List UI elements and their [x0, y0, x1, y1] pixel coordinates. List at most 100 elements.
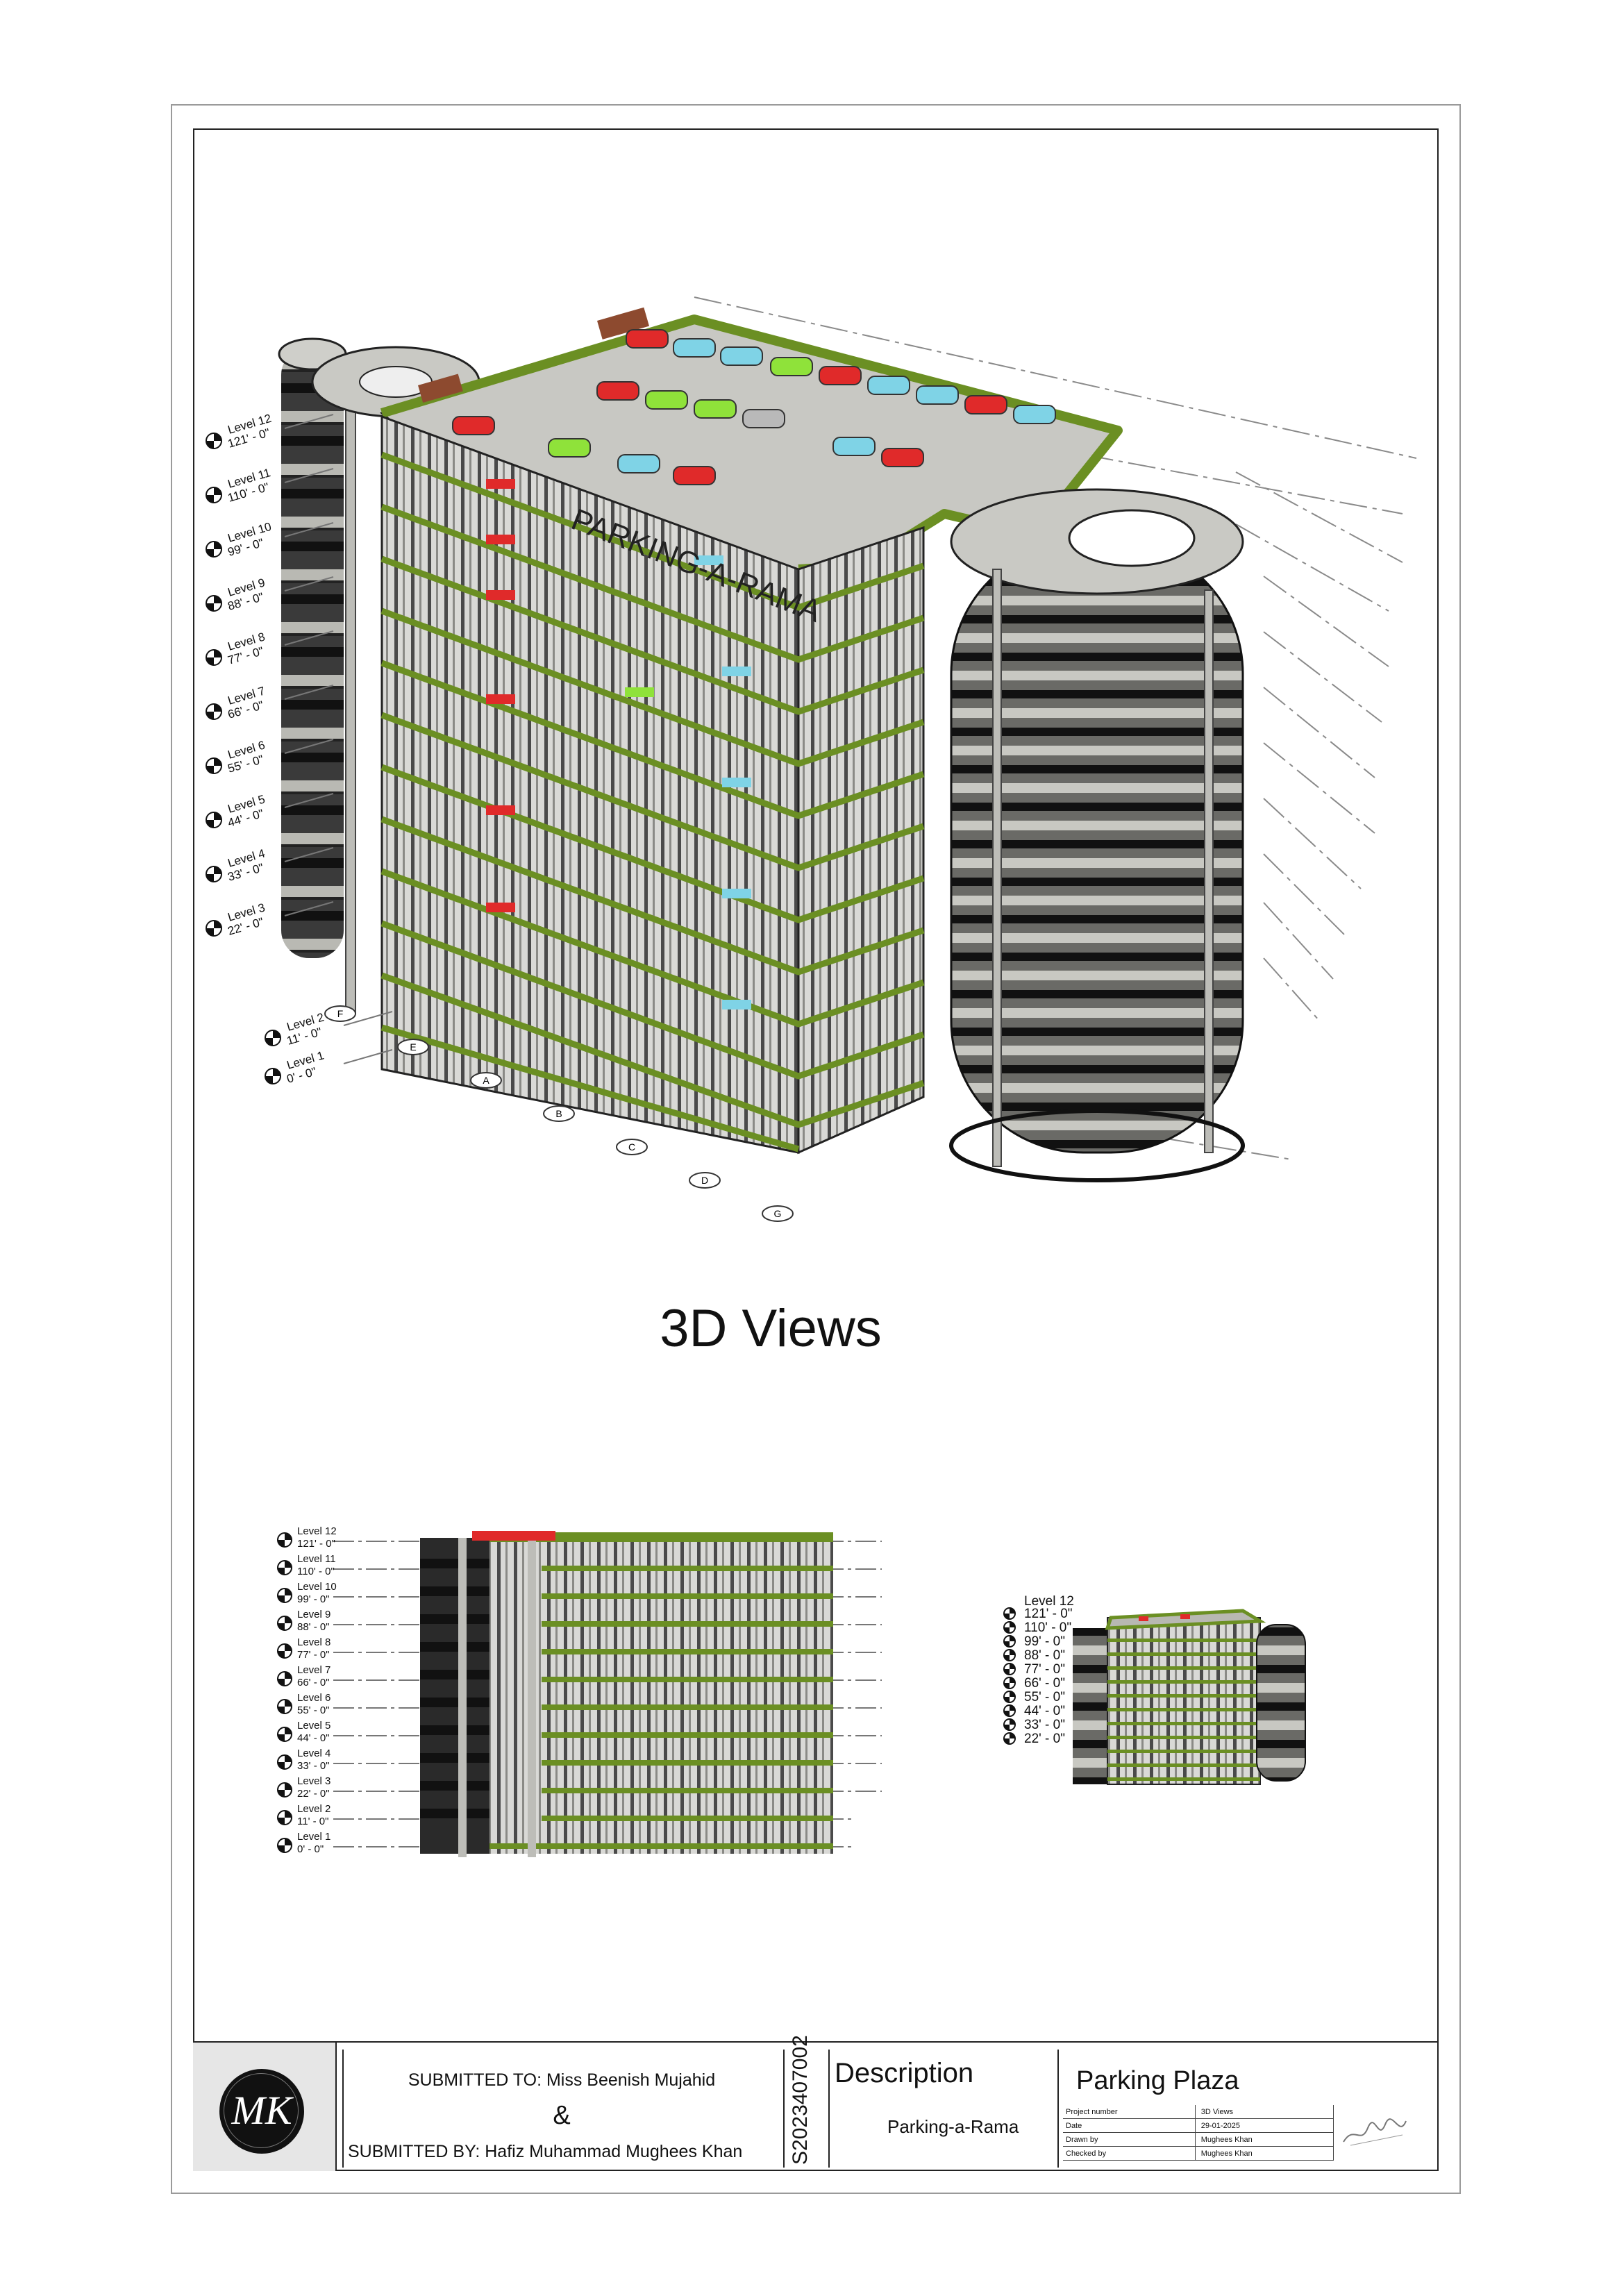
grid-bubble: B [543, 1105, 575, 1122]
level-head-icon [277, 1838, 292, 1853]
level-head-icon [206, 757, 222, 774]
level-head-icon [265, 1030, 281, 1046]
logo-monogram: MK [231, 2088, 292, 2133]
elevation-level-markers: Level 12121' - 0" Level 11110' - 0" Level … [277, 1525, 337, 1855]
level-head-icon [206, 920, 222, 937]
level-elevation: 66' - 0" [297, 1677, 330, 1689]
main-3d-view: PARKING-A-RAMA Level 12121' - 0"Level 11… [206, 296, 1417, 1222]
level-name: Level 7 [297, 1664, 330, 1676]
logo-panel: MK [193, 2043, 337, 2171]
level-elevation: 88' - 0" [1024, 1648, 1065, 1663]
level-elevation: 11' - 0" [297, 1816, 328, 1827]
project-title: Parking Plaza [1076, 2066, 1239, 2095]
level-head-icon [265, 1068, 281, 1084]
level-head-icon [277, 1616, 292, 1631]
small-view-markers: Level 12121' - 0"110' - 0"99' - 0"88' - … [1003, 1594, 1074, 1746]
level-name: Level 3 [297, 1775, 330, 1787]
level-name: Level 12 [297, 1525, 337, 1537]
level-elevation: 110' - 0" [297, 1566, 335, 1577]
level-head-icon [277, 1671, 292, 1686]
level-head-icon [277, 1560, 292, 1575]
grid-label: E [410, 1041, 416, 1053]
level-name: Level 5 [297, 1720, 330, 1732]
level-head-icon [277, 1588, 292, 1603]
level-head-icon [206, 433, 222, 449]
ampersand: & [553, 2101, 571, 2130]
level-elevation: 88' - 0" [297, 1621, 330, 1633]
level-head-icon [206, 812, 222, 828]
level-elevation: 22' - 0" [297, 1788, 330, 1800]
grid-label: B [555, 1108, 562, 1119]
level-elevation: 66' - 0" [1024, 1676, 1065, 1691]
level-head-icon [206, 541, 222, 558]
level-elevation: 44' - 0" [297, 1732, 330, 1744]
level-head-icon [1003, 1649, 1016, 1661]
level-head-icon [277, 1643, 292, 1659]
table-row: Project number 3D Views [1063, 2105, 1423, 2161]
level-head-icon [206, 866, 222, 882]
description-value: Parking-a-Rama [887, 2116, 1019, 2137]
level-head-icon [277, 1699, 292, 1714]
submission-panel: SUBMITTED TO: Miss Beenish Mujahid & SUB… [342, 2043, 781, 2172]
student-id: S2023407002 [789, 2035, 812, 2165]
level-head-icon [1003, 1732, 1016, 1745]
level-name: Level 1 [297, 1831, 330, 1843]
small-3d-view: Level 12121' - 0"110' - 0"99' - 0"88' - … [1003, 1594, 1306, 1785]
level-head-icon [277, 1754, 292, 1770]
level-head-icon [1003, 1691, 1016, 1703]
level-elevation: 0' - 0" [297, 1843, 324, 1855]
grid-bubble: F [324, 1005, 356, 1022]
info-table: Project number 3D Views Date 29-01-2025 … [1063, 2105, 1423, 2161]
description-label: Description [835, 2058, 974, 2088]
level-elevation: 77' - 0" [297, 1649, 330, 1661]
grid-label: C [628, 1141, 635, 1153]
elevation-view: Level 12121' - 0" Level 11110' - 0" Level … [277, 1525, 882, 1857]
level-elevation: 121' - 0" [297, 1538, 335, 1550]
grid-bubble: D [689, 1172, 721, 1189]
logo: MK [219, 2069, 304, 2154]
level-elevation: 99' - 0" [1024, 1634, 1065, 1649]
level-head-icon [1003, 1663, 1016, 1675]
level-name: Level 2 [297, 1803, 330, 1815]
grid-label: A [483, 1075, 489, 1086]
level-head-icon [1003, 1621, 1016, 1634]
level-name: Level 6 [297, 1692, 330, 1704]
level-head-icon [277, 1727, 292, 1742]
grid-bubble: C [616, 1139, 648, 1155]
grid-label: D [701, 1175, 708, 1186]
level-name: Level 4 [297, 1748, 330, 1759]
level-elevation: 22' - 0" [1024, 1732, 1065, 1746]
level-head-icon [206, 703, 222, 720]
right-helical-ramp [949, 488, 1245, 1182]
level-head-icon [1003, 1677, 1016, 1689]
signature [1333, 2105, 1423, 2161]
sheet-title: 3D Views [660, 1299, 882, 1358]
submitted-by: SUBMITTED BY: Hafiz Muhammad Mughees Kha… [348, 2142, 743, 2161]
level-elevation: 99' - 0" [297, 1593, 330, 1605]
level-name: Level 10 [297, 1581, 337, 1593]
level-head-icon [206, 595, 222, 612]
level-elevation: 55' - 0" [297, 1704, 330, 1716]
level-elevation: 121' - 0" [1024, 1607, 1073, 1621]
title-block: MK SUBMITTED TO: Miss Beenish Mujahid & … [193, 2035, 1439, 2172]
level-elevation: 110' - 0" [1024, 1620, 1071, 1635]
level-head-icon [206, 649, 222, 666]
grid-bubble: G [762, 1205, 794, 1222]
level-name: Level 11 [297, 1553, 336, 1565]
grid-label: F [337, 1008, 344, 1019]
small-view-building [1073, 1609, 1306, 1785]
level-head-icon [1003, 1704, 1016, 1717]
level-head-icon [277, 1782, 292, 1798]
level-elevation: 77' - 0" [1024, 1662, 1065, 1677]
level-elevation: 33' - 0" [1024, 1718, 1065, 1732]
level-name: Level 9 [297, 1609, 330, 1620]
level-elevation: 44' - 0" [1024, 1704, 1065, 1718]
submitted-to: SUBMITTED TO: Miss Beenish Mujahid [408, 2070, 716, 2090]
level-head-icon [206, 487, 222, 503]
signature-icon [1343, 2118, 1407, 2146]
level-elevation: 33' - 0" [297, 1760, 330, 1772]
grid-bubble: E [397, 1039, 429, 1055]
grid-bubble: A [470, 1072, 502, 1089]
grid-label: G [774, 1208, 782, 1219]
level-head-icon [277, 1810, 292, 1825]
